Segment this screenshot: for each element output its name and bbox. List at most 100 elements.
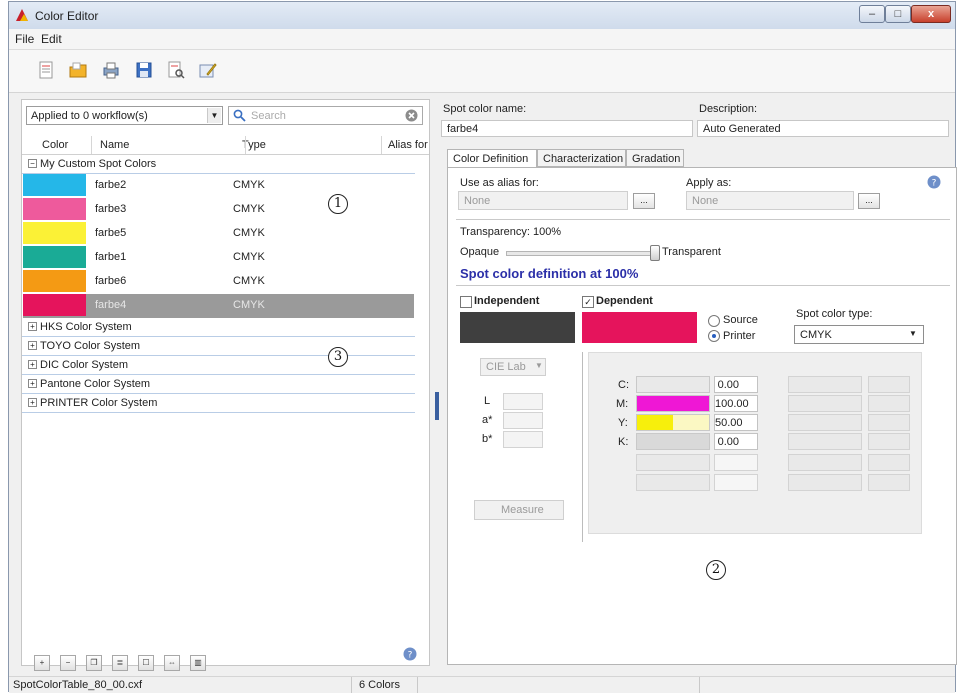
remove-color-icon[interactable]: − xyxy=(60,655,76,671)
column-header-row: Color Name Type Alias for xyxy=(22,136,429,155)
workflow-filter-select[interactable]: Applied to 0 workflow(s) ▼ xyxy=(26,106,223,125)
opaque-label: Opaque xyxy=(460,246,500,258)
table-row-selected[interactable]: farbe4 CMYK xyxy=(23,294,414,318)
tab-characterization[interactable]: Characterization xyxy=(537,149,626,167)
apply-browse-button[interactable]: ... xyxy=(858,193,880,209)
minimize-button[interactable]: – xyxy=(859,5,885,23)
table-row[interactable]: farbe2 CMYK xyxy=(23,174,414,198)
secondary-channel-cell xyxy=(788,433,862,450)
yellow-input[interactable]: 50.00 xyxy=(714,414,758,431)
independent-checkbox[interactable] xyxy=(460,296,472,308)
group-pantone[interactable]: + Pantone Color System xyxy=(22,375,415,394)
group-dic[interactable]: + DIC Color System xyxy=(22,356,415,375)
group-toyo[interactable]: + TOYO Color System xyxy=(22,337,415,356)
alias-browse-button[interactable]: ... xyxy=(633,193,655,209)
export-icon[interactable]: ▥ xyxy=(190,655,206,671)
table-row[interactable]: farbe6 CMYK xyxy=(23,270,414,294)
magenta-label: M: xyxy=(616,398,629,410)
transparency-slider-handle[interactable] xyxy=(650,245,660,261)
expand-icon[interactable]: + xyxy=(28,341,37,350)
dependent-label: Dependent xyxy=(596,295,653,307)
new-document-icon[interactable] xyxy=(37,61,55,79)
spot-type-select[interactable]: CMYK ▼ xyxy=(794,325,924,344)
edit-icon[interactable] xyxy=(199,61,217,79)
transparency-slider[interactable] xyxy=(506,251,656,256)
table-row[interactable]: farbe1 CMYK xyxy=(23,246,414,270)
group-hks[interactable]: + HKS Color System xyxy=(22,318,415,337)
independent-label: Independent xyxy=(474,295,540,307)
independent-swatch xyxy=(460,312,575,343)
merge-icon[interactable]: ⇔ xyxy=(164,655,180,671)
color-swatch xyxy=(23,270,86,292)
expand-icon[interactable]: + xyxy=(28,360,37,369)
search-icon xyxy=(233,109,246,122)
spot-name-label: Spot color name: xyxy=(443,103,527,115)
spot-type-value: CMYK xyxy=(800,329,832,341)
duplicate-icon[interactable]: ❐ xyxy=(86,655,102,671)
column-name[interactable]: Name xyxy=(100,139,129,151)
save-icon[interactable] xyxy=(135,61,153,79)
dependent-checkbox[interactable]: ✓ xyxy=(582,296,594,308)
color-swatch xyxy=(23,198,86,220)
help-icon[interactable]: ? xyxy=(403,647,417,661)
cyan-input[interactable]: 0.00 xyxy=(714,376,758,393)
search-box[interactable]: Search xyxy=(228,106,423,125)
expand-icon[interactable]: + xyxy=(28,398,37,407)
extra-channel-input xyxy=(714,474,758,491)
print-icon[interactable] xyxy=(102,61,120,79)
help-icon[interactable]: ? xyxy=(927,175,941,189)
column-alias[interactable]: Alias for xyxy=(388,139,428,151)
expand-icon[interactable]: + xyxy=(28,322,37,331)
column-divider xyxy=(381,136,382,154)
menu-file[interactable]: File xyxy=(15,32,34,46)
workflow-filter-value: Applied to 0 workflow(s) xyxy=(31,110,148,122)
group-my-custom-spot-colors[interactable]: − My Custom Spot Colors xyxy=(22,155,415,174)
lab-mode-select: CIE Lab ▼ xyxy=(480,358,546,376)
open-folder-icon[interactable] xyxy=(69,61,87,79)
menu-edit[interactable]: Edit xyxy=(41,32,62,46)
tab-gradation[interactable]: Gradation xyxy=(626,149,684,167)
apply-as-input: None xyxy=(686,191,854,210)
color-type: CMYK xyxy=(233,299,265,311)
column-color[interactable]: Color xyxy=(42,139,68,151)
transparency-label: Transparency: 100% xyxy=(460,226,562,238)
table-row[interactable]: farbe3 CMYK xyxy=(23,198,414,222)
tab-color-definition[interactable]: Color Definition xyxy=(447,149,537,168)
maximize-button[interactable]: □ xyxy=(885,5,911,23)
spot-name-input[interactable]: farbe4 xyxy=(441,120,693,137)
printer-radio[interactable] xyxy=(708,330,720,342)
black-input[interactable]: 0.00 xyxy=(714,433,758,450)
lab-mode-value: CIE Lab xyxy=(486,361,526,373)
chevron-down-icon[interactable]: ▼ xyxy=(207,108,221,123)
black-label: K: xyxy=(618,436,629,448)
lab-l-label: L xyxy=(484,395,491,407)
source-radio[interactable] xyxy=(708,315,720,327)
divider xyxy=(699,677,700,693)
color-type: CMYK xyxy=(233,203,265,215)
app-logo-icon xyxy=(16,9,28,21)
clear-search-icon[interactable] xyxy=(405,109,418,122)
divider xyxy=(582,352,583,542)
preview-icon[interactable] xyxy=(167,61,185,79)
close-button[interactable]: x xyxy=(911,5,951,23)
collapse-icon[interactable]: − xyxy=(28,159,37,168)
secondary-channel-cell xyxy=(788,454,862,471)
properties-icon[interactable]: ☐ xyxy=(138,655,154,671)
secondary-channel-cell xyxy=(788,395,862,412)
table-row[interactable]: farbe5 CMYK xyxy=(23,222,414,246)
status-bar: SpotColorTable_80_00.cxf 6 Colors xyxy=(9,676,955,693)
spot-color-list-panel: Applied to 0 workflow(s) ▼ Search Color … xyxy=(21,99,430,671)
search-input[interactable]: Search xyxy=(251,110,286,122)
add-color-icon[interactable]: + xyxy=(34,655,50,671)
list-view-icon[interactable]: ≣ xyxy=(112,655,128,671)
description-input[interactable]: Auto Generated xyxy=(697,120,949,137)
group-label: TOYO Color System xyxy=(40,340,141,352)
expand-icon[interactable]: + xyxy=(28,379,37,388)
column-divider xyxy=(91,136,92,154)
extra-channel-bar xyxy=(636,454,710,471)
magenta-input[interactable]: 100.00 xyxy=(714,395,758,412)
group-printer[interactable]: + PRINTER Color System xyxy=(22,394,415,413)
status-color-count: 6 Colors xyxy=(359,679,400,691)
description-label: Description: xyxy=(699,103,758,115)
color-name: farbe1 xyxy=(95,251,127,263)
